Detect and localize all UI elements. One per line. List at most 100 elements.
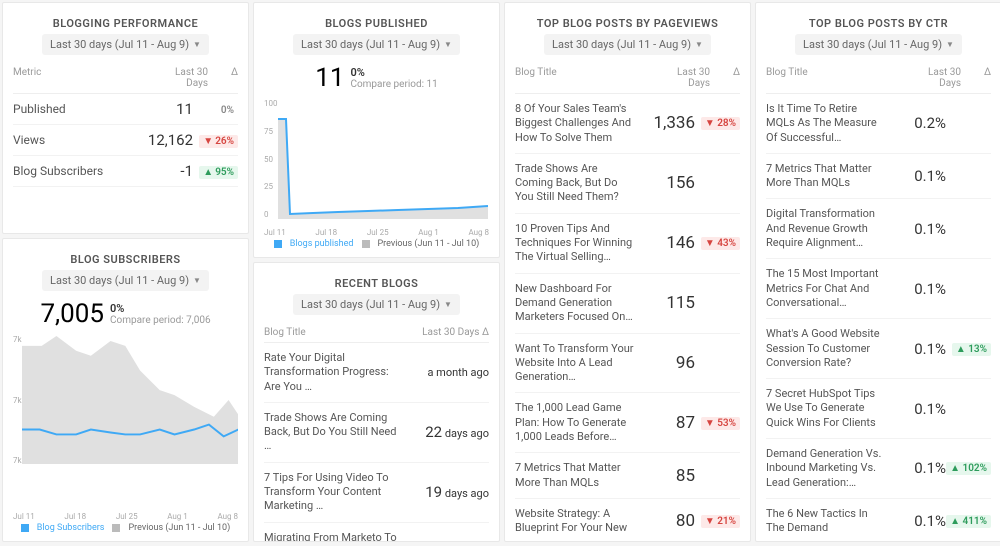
legend-swatch	[274, 240, 282, 248]
blog-title: What's A Good Website Session To Custome…	[766, 327, 891, 370]
big-number: 7,005	[40, 299, 104, 329]
chart-legend: Blogs published Previous (Jun 11 - Jul 1…	[264, 239, 489, 249]
delta-badge: ▼ 53%	[701, 417, 740, 430]
card-title: RECENT BLOGS	[264, 277, 489, 290]
card-top-ctr: TOP BLOG POSTS BY CTR Last 30 days (Jul …	[755, 2, 1000, 542]
list-item[interactable]: The 6 New Tactics In The Demand 0.1% ▲ 4…	[766, 499, 991, 542]
legend-swatch	[362, 240, 370, 248]
card-blogs-published: BLOGS PUBLISHED Last 30 days (Jul 11 - A…	[253, 2, 500, 258]
list-item[interactable]: The 1,000 Lead Game Plan: How To Generat…	[515, 393, 740, 453]
delta-badge: ▲ 411%	[946, 515, 991, 528]
subscribers-chart	[22, 335, 238, 465]
list-item[interactable]: Trade Shows Are Coming Back, But Do You …	[515, 154, 740, 214]
delta-badge: 0%	[217, 104, 238, 117]
delta-badge: ▲ 102%	[946, 462, 991, 475]
metric-value: 0.1%	[891, 459, 946, 477]
list-item[interactable]: Website Strategy: A Blueprint For Your N…	[515, 499, 740, 542]
list-item[interactable]: 7 Tips For Using Video To Transform Your…	[264, 463, 489, 523]
card-title: BLOGS PUBLISHED	[264, 17, 489, 30]
blog-title: The 6 New Tactics In The Demand	[766, 507, 891, 536]
delta-badge: ▼ 28%	[701, 117, 740, 130]
list-item[interactable]: What's A Good Website Session To Custome…	[766, 319, 991, 379]
metric-value: 0.2%	[891, 114, 946, 132]
metric-value: 0.1%	[891, 220, 946, 238]
table-header: Blog Title Last 30 Days Δ	[515, 63, 740, 94]
metric-value: 156	[640, 173, 695, 193]
card-blog-subscribers: BLOG SUBSCRIBERS Last 30 days (Jul 11 - …	[2, 238, 249, 542]
metric-value: 0.1%	[891, 400, 946, 418]
blog-age: 19 days ago	[407, 483, 489, 501]
legend-swatch	[112, 524, 120, 532]
metric-value: 80	[640, 511, 695, 531]
list-item[interactable]: The 15 Most Important Metrics For Chat A…	[766, 259, 991, 319]
table-row: Views 12,162 ▼ 26%	[13, 125, 238, 156]
metric-value: 0.1%	[891, 280, 946, 298]
delta-badge: ▼ 26%	[199, 135, 238, 148]
metric-value: 0.1%	[891, 512, 946, 530]
y-axis: 7k 7k 7k	[13, 335, 22, 465]
list-item[interactable]: 7 Metrics That Matter More Than MQLs 85	[515, 453, 740, 499]
chevron-down-icon: ▼	[695, 40, 703, 49]
metric-value: 115	[640, 293, 695, 313]
chart-legend: Blog Subscribers Previous (Jun 11 - Jul …	[13, 523, 238, 533]
blog-title: New Dashboard For Demand Generation Mark…	[515, 282, 640, 325]
metric-value: 96	[640, 353, 695, 373]
list-item[interactable]: Demand Generation Vs. Inbound Marketing …	[766, 439, 991, 499]
list-item[interactable]: Migrating From Marketo To HubSpot? Here …	[264, 523, 489, 542]
date-range-selector[interactable]: Last 30 days (Jul 11 - Aug 9) ▼	[544, 34, 711, 55]
table-header: Blog Title Last 30 Days Δ	[766, 63, 991, 94]
blog-title: 7 Tips For Using Video To Transform Your…	[264, 471, 407, 514]
table-row: Published 11 0%	[13, 94, 238, 125]
legend-swatch	[21, 524, 29, 532]
metric-value: 146	[640, 233, 695, 253]
blog-title: 10 Proven Tips And Techniques For Winnin…	[515, 222, 640, 265]
date-range-selector[interactable]: Last 30 days (Jul 11 - Aug 9) ▼	[795, 34, 962, 55]
delta-badge: ▼ 21%	[701, 515, 740, 528]
card-blogging-performance: BLOGGING PERFORMANCE Last 30 days (Jul 1…	[2, 2, 249, 234]
x-axis: Jul 11Jul 18Jul 25Aug 1Aug 8	[264, 228, 489, 237]
list-item[interactable]: Want To Transform Your Website Into A Le…	[515, 334, 740, 394]
blog-title: The 1,000 Lead Game Plan: How To Generat…	[515, 401, 640, 444]
blog-title: Trade Shows Are Coming Back, But Do You …	[264, 411, 407, 454]
chevron-down-icon: ▼	[444, 40, 452, 49]
chevron-down-icon: ▼	[193, 276, 201, 285]
card-title: BLOGGING PERFORMANCE	[13, 17, 238, 30]
table-header: Metric Last 30 Days Δ	[13, 63, 238, 94]
list-item[interactable]: Rate Your Digital Transformation Progres…	[264, 343, 489, 403]
card-recent-blogs: RECENT BLOGS Last 30 days (Jul 11 - Aug …	[253, 262, 500, 542]
metric-value: 87	[640, 413, 695, 433]
blog-title: Is It Time To Retire MQLs As The Measure…	[766, 102, 891, 145]
card-top-pageviews: TOP BLOG POSTS BY PAGEVIEWS Last 30 days…	[504, 2, 751, 542]
blog-title: Migrating From Marketo To HubSpot? Here …	[264, 531, 407, 542]
date-range-selector[interactable]: Last 30 days (Jul 11 - Aug 9) ▼	[42, 270, 209, 291]
list-item[interactable]: 7 Secret HubSpot Tips We Use To Generate…	[766, 379, 991, 439]
blog-title: Digital Transformation And Revenue Growt…	[766, 207, 891, 250]
date-range-selector[interactable]: Last 30 days (Jul 11 - Aug 9) ▼	[42, 34, 209, 55]
metric-value: 0.1%	[891, 340, 946, 358]
blog-title: 7 Metrics That Matter More Than MQLs	[766, 162, 891, 191]
blog-title: Website Strategy: A Blueprint For Your N…	[515, 507, 640, 536]
metric-value: 0.1%	[891, 167, 946, 185]
list-item[interactable]: Digital Transformation And Revenue Growt…	[766, 199, 991, 259]
y-axis: 100 75 50 25 0	[264, 99, 278, 219]
metric-value: 1,336	[640, 113, 695, 133]
x-axis: Jul 11Jul 18Jul 25Aug 1Aug 8	[13, 512, 238, 521]
published-chart	[278, 99, 488, 219]
list-item[interactable]: 10 Proven Tips And Techniques For Winnin…	[515, 214, 740, 274]
list-item[interactable]: Trade Shows Are Coming Back, But Do You …	[264, 403, 489, 463]
list-item[interactable]: Is It Time To Retire MQLs As The Measure…	[766, 94, 991, 154]
card-title: TOP BLOG POSTS BY CTR	[766, 17, 991, 30]
list-item[interactable]: 7 Metrics That Matter More Than MQLs 0.1…	[766, 154, 991, 200]
blog-title: 8 Of Your Sales Team's Biggest Challenge…	[515, 102, 640, 145]
card-title: BLOG SUBSCRIBERS	[13, 253, 238, 266]
blog-age: 22 days ago	[407, 423, 489, 441]
table-row: Blog Subscribers -1 ▲ 95%	[13, 156, 238, 187]
list-item[interactable]: New Dashboard For Demand Generation Mark…	[515, 274, 740, 334]
date-range-selector[interactable]: Last 30 days (Jul 11 - Aug 9) ▼	[293, 34, 460, 55]
delta-badge: ▲ 13%	[952, 343, 991, 356]
blog-title: The 15 Most Important Metrics For Chat A…	[766, 267, 891, 310]
list-item[interactable]: 8 Of Your Sales Team's Biggest Challenge…	[515, 94, 740, 154]
blog-title: 7 Secret HubSpot Tips We Use To Generate…	[766, 387, 891, 430]
blog-age: a month ago	[407, 366, 489, 379]
date-range-selector[interactable]: Last 30 days (Jul 11 - Aug 9) ▼	[293, 294, 460, 315]
